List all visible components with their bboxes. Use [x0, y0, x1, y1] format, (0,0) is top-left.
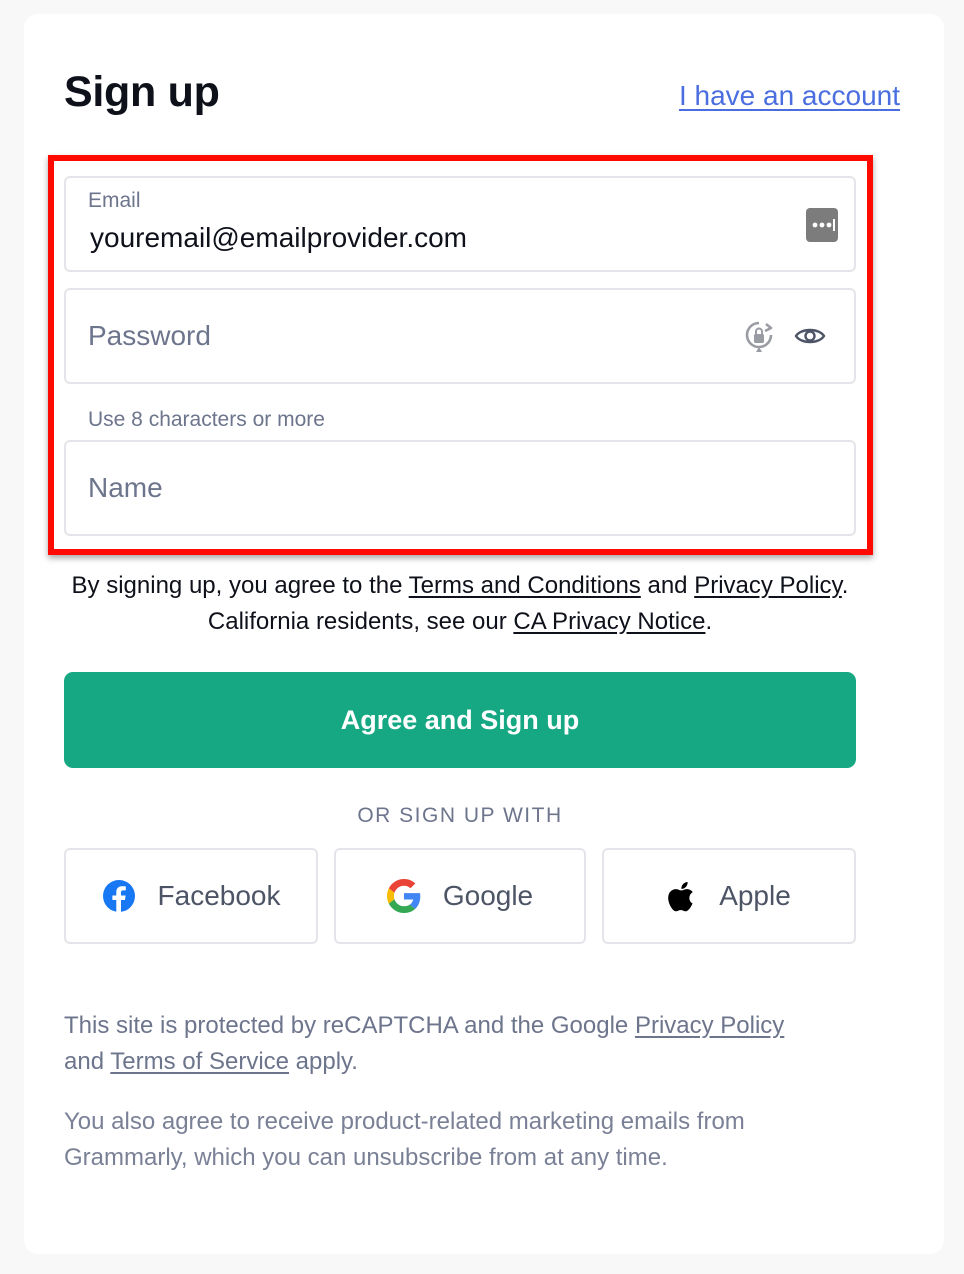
recaptcha-prefix: This site is protected by reCAPTCHA and …: [64, 1012, 635, 1039]
agreement-text: By signing up, you agree to the Terms an…: [64, 568, 856, 640]
google-terms-link[interactable]: Terms of Service: [110, 1048, 289, 1075]
password-field[interactable]: Password: [64, 288, 856, 384]
google-label: Google: [442, 880, 534, 911]
agreement-and: and: [640, 572, 695, 599]
apple-icon: [667, 879, 697, 913]
agree-sign-up-button[interactable]: Agree and Sign up: [64, 672, 856, 768]
name-placeholder: Name: [88, 472, 163, 503]
google-privacy-link[interactable]: Privacy Policy: [635, 1012, 784, 1039]
name-field[interactable]: Name: [64, 440, 856, 536]
password-manager-icon[interactable]: [806, 208, 838, 242]
email-value[interactable]: youremail@emailprovider.com: [90, 222, 467, 254]
have-account-link[interactable]: I have an account: [679, 80, 900, 112]
privacy-policy-link[interactable]: Privacy Policy: [694, 572, 842, 599]
page-title: Sign up: [64, 68, 220, 116]
apple-button[interactable]: Apple: [602, 848, 856, 944]
password-hint: Use 8 characters or more: [88, 408, 325, 431]
agreement-prefix: By signing up, you agree to the: [71, 572, 409, 599]
recaptcha-suffix: apply.: [289, 1048, 358, 1075]
google-button[interactable]: Google: [334, 848, 586, 944]
ca-privacy-link[interactable]: CA Privacy Notice: [513, 608, 705, 635]
google-icon: [386, 879, 421, 913]
show-password-icon[interactable]: [794, 324, 826, 348]
recaptcha-notice: This site is protected by reCAPTCHA and …: [64, 1008, 856, 1080]
agreement-suffix: .: [705, 608, 713, 635]
password-placeholder: Password: [88, 320, 211, 351]
key-lock-icon[interactable]: [744, 320, 774, 354]
social-heading: OR SIGN UP WITH: [357, 804, 563, 827]
marketing-notice: You also agree to receive product-relate…: [64, 1108, 745, 1171]
facebook-label: Facebook: [157, 880, 281, 911]
terms-link[interactable]: Terms and Conditions: [409, 572, 641, 599]
facebook-icon: [102, 879, 136, 913]
recaptcha-and: and: [64, 1048, 111, 1075]
email-field[interactable]: Email youremail@emailprovider.com: [64, 176, 856, 272]
email-label: Email: [88, 189, 141, 212]
apple-label: Apple: [719, 880, 791, 911]
facebook-button[interactable]: Facebook: [64, 848, 318, 944]
